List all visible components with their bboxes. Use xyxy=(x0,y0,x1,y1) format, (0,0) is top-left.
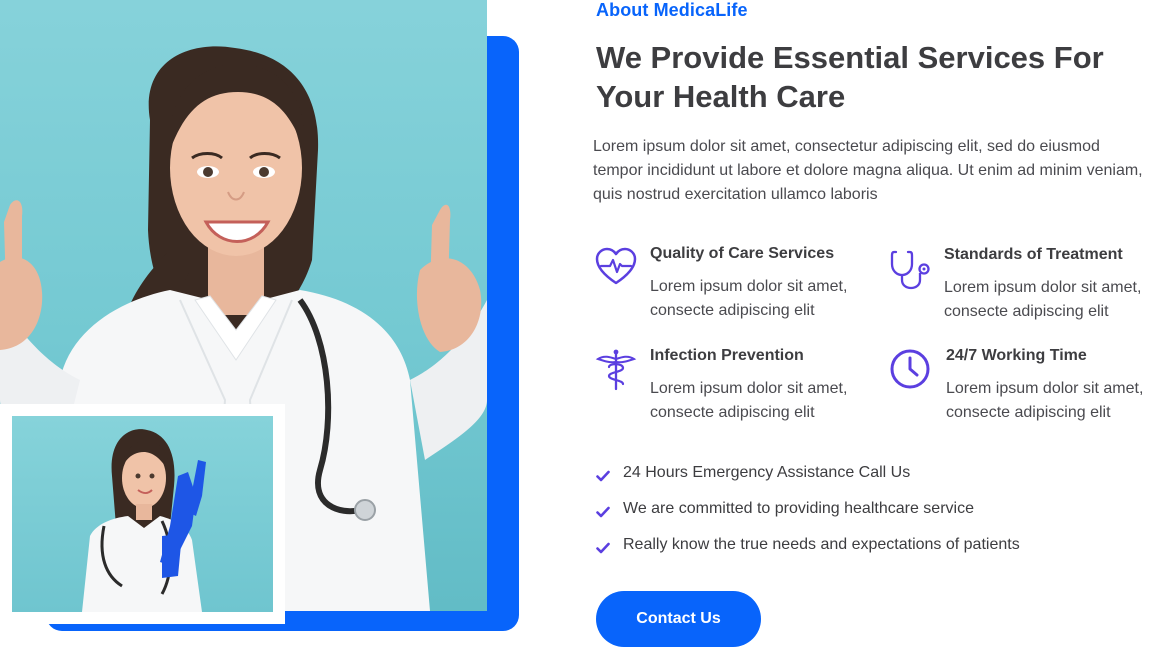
feature-title: 24/7 Working Time xyxy=(946,347,1087,364)
benefits-checklist: 24 Hours Emergency Assistance Call Us We… xyxy=(596,462,1020,570)
caduceus-icon xyxy=(594,347,640,393)
checklist-item-label: Really know the true needs and expectati… xyxy=(623,536,1020,553)
checklist-item: We are committed to providing healthcare… xyxy=(596,498,1020,534)
inset-photo-card xyxy=(0,404,285,624)
heart-pulse-icon xyxy=(594,245,640,291)
feature-description: Lorem ipsum dolor sit amet, consecte adi… xyxy=(946,380,1144,421)
feature-description: Lorem ipsum dolor sit amet, consecte adi… xyxy=(944,279,1142,320)
feature-title: Infection Prevention xyxy=(650,347,804,364)
stethoscope-icon xyxy=(888,246,934,292)
checklist-item: Really know the true needs and expectati… xyxy=(596,534,1020,570)
checkmark-icon xyxy=(596,467,610,482)
checkmark-icon xyxy=(596,539,610,554)
section-intro: Lorem ipsum dolor sit amet, consectetur … xyxy=(593,138,1143,203)
feature-title: Quality of Care Services xyxy=(650,245,835,262)
checklist-item: 24 Hours Emergency Assistance Call Us xyxy=(596,462,1020,498)
feature-description: Lorem ipsum dolor sit amet, consecte adi… xyxy=(650,278,848,319)
feature-description: Lorem ipsum dolor sit amet, consecte adi… xyxy=(650,380,848,421)
checklist-item-label: We are committed to providing healthcare… xyxy=(623,500,974,517)
section-heading: We Provide Essential Services For Your H… xyxy=(596,40,1104,114)
checklist-item-label: 24 Hours Emergency Assistance Call Us xyxy=(623,464,911,481)
contact-us-button[interactable]: Contact Us xyxy=(596,591,761,647)
section-eyebrow: About MedicaLife xyxy=(596,0,748,20)
doctor-gloves-photo xyxy=(12,416,273,612)
checkmark-icon xyxy=(596,503,610,518)
feature-title: Standards of Treatment xyxy=(944,246,1123,263)
clock-icon xyxy=(888,347,934,393)
